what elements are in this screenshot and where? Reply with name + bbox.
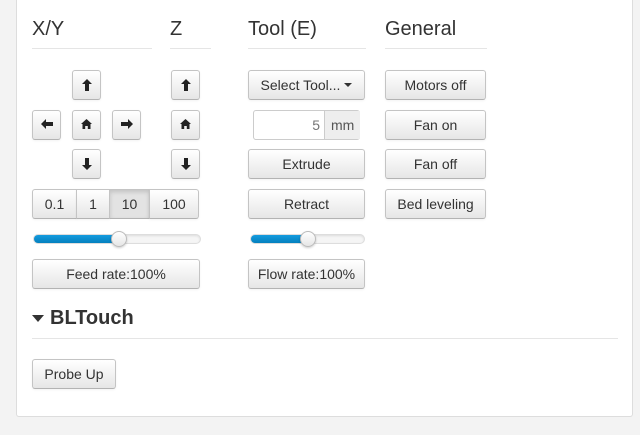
bltouch-title: BLTouch — [50, 307, 134, 329]
extrude-button[interactable]: Extrude — [248, 149, 365, 179]
general-title: General — [385, 18, 457, 40]
jog-y-plus-button[interactable] — [72, 70, 101, 100]
z-divider — [170, 48, 211, 49]
home-z-button[interactable] — [171, 110, 200, 140]
arrow-left-icon — [40, 119, 53, 129]
feed-rate-slider-fill — [34, 235, 119, 243]
tool-divider — [248, 48, 366, 49]
arrow-down-icon — [180, 158, 191, 170]
step-0-1-button[interactable]: 0.1 — [32, 189, 77, 219]
home-xy-button[interactable] — [72, 110, 101, 140]
fan-off-button[interactable]: Fan off — [385, 149, 486, 179]
bltouch-divider — [32, 338, 618, 339]
caret-down-icon — [32, 315, 44, 322]
extrude-unit-label: mm — [324, 111, 361, 139]
jog-x-plus-button[interactable] — [112, 110, 141, 140]
extrude-amount-input[interactable] — [254, 111, 324, 139]
select-tool-dropdown[interactable]: Select Tool... — [248, 70, 365, 100]
feed-rate-button[interactable]: Feed rate:100% — [32, 259, 200, 289]
bltouch-toggle[interactable]: BLTouch — [32, 307, 134, 330]
jog-z-minus-button[interactable] — [171, 149, 200, 179]
caret-down-icon — [344, 83, 353, 88]
general-divider — [385, 48, 487, 49]
arrow-up-icon — [180, 79, 191, 91]
arrow-right-icon — [120, 119, 133, 129]
extrude-amount-group: mm — [253, 110, 361, 140]
z-title: Z — [170, 18, 183, 40]
step-10-button[interactable]: 10 — [109, 189, 150, 219]
xy-title: X/Y — [32, 18, 65, 40]
feed-rate-slider-handle[interactable] — [110, 231, 127, 247]
flow-rate-button[interactable]: Flow rate:100% — [248, 259, 365, 289]
xy-divider — [32, 48, 152, 49]
motors-off-button[interactable]: Motors off — [385, 70, 486, 100]
arrow-down-icon — [81, 158, 92, 170]
home-icon — [81, 119, 92, 129]
tool-title: Tool (E) — [248, 18, 317, 40]
arrow-up-icon — [81, 79, 92, 91]
flow-rate-slider-handle[interactable] — [299, 231, 316, 247]
flow-rate-slider[interactable] — [250, 231, 365, 247]
step-100-button[interactable]: 100 — [149, 189, 199, 219]
feed-rate-slider[interactable] — [33, 231, 201, 247]
step-1-button[interactable]: 1 — [76, 189, 110, 219]
bed-leveling-button[interactable]: Bed leveling — [385, 189, 486, 219]
retract-button[interactable]: Retract — [248, 189, 365, 219]
fan-on-button[interactable]: Fan on — [385, 110, 486, 140]
probe-up-button[interactable]: Probe Up — [32, 359, 116, 389]
home-icon — [180, 119, 191, 129]
jog-z-plus-button[interactable] — [171, 70, 200, 100]
select-tool-label: Select Tool... — [260, 77, 341, 93]
jog-y-minus-button[interactable] — [72, 149, 101, 179]
jog-x-minus-button[interactable] — [32, 110, 61, 140]
